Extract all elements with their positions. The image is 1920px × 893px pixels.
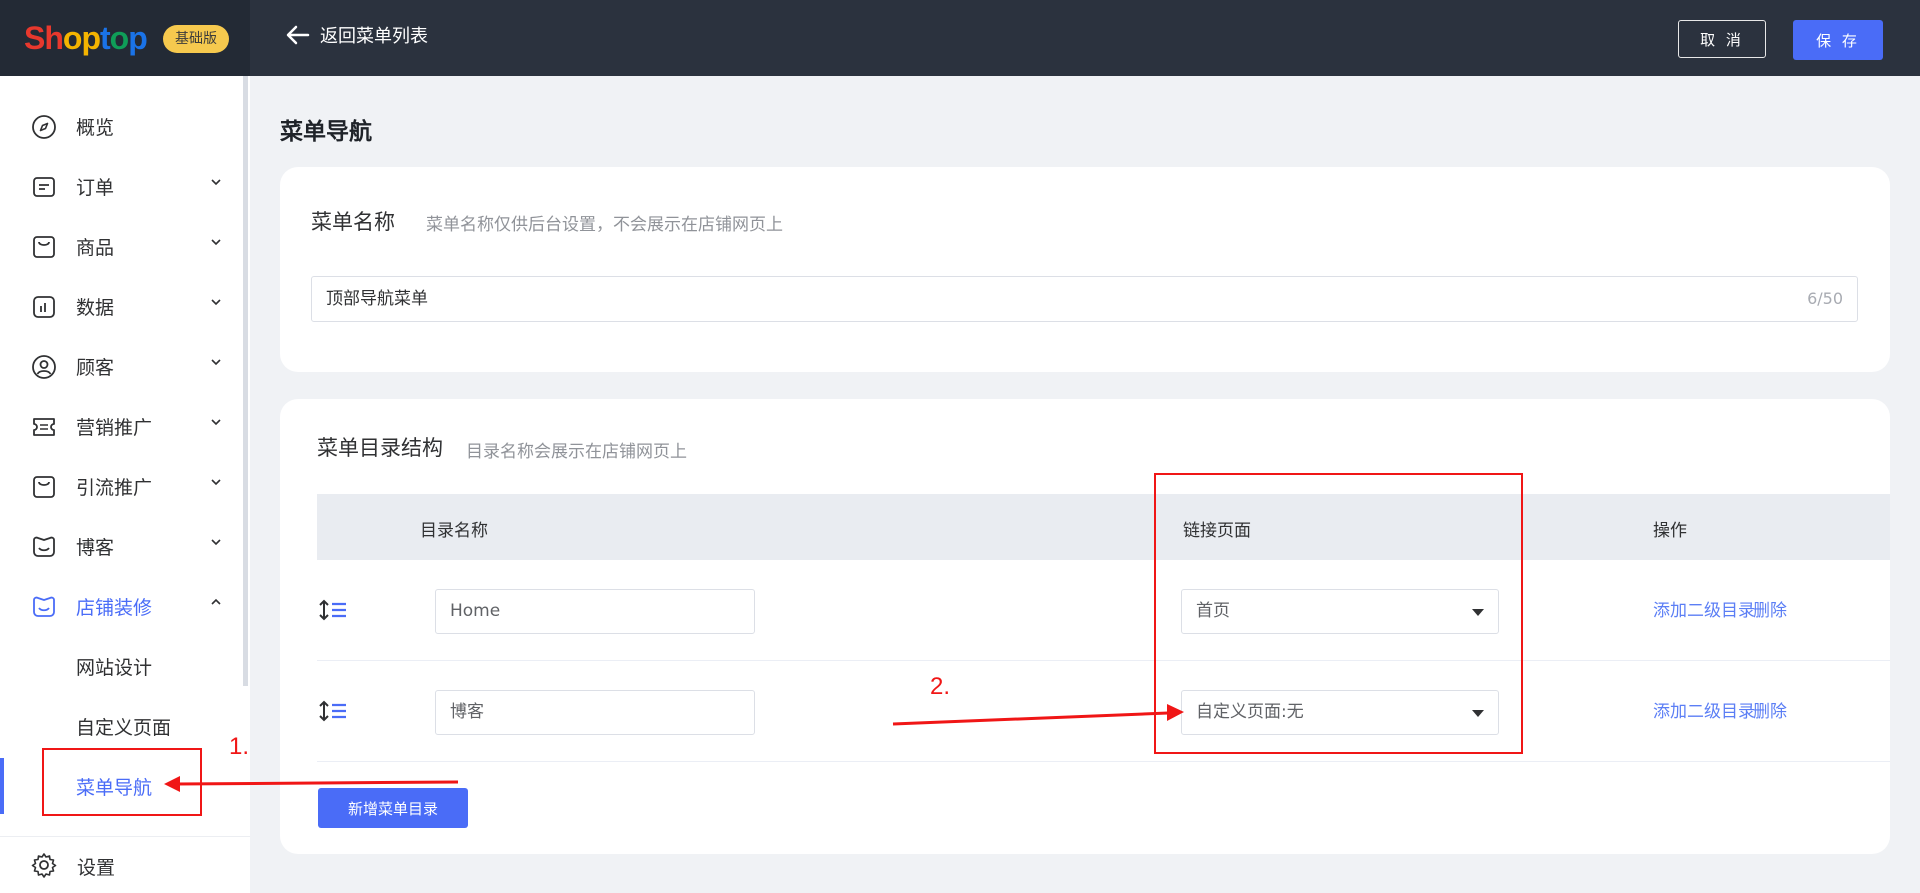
annotation-arrow-1 <box>175 780 459 786</box>
annotation-arrow-2 <box>892 711 1169 726</box>
annotation-arrows <box>164 704 1184 792</box>
annotation-arrowhead-2 <box>1167 704 1184 721</box>
annotation-arrowhead-1 <box>164 776 180 792</box>
